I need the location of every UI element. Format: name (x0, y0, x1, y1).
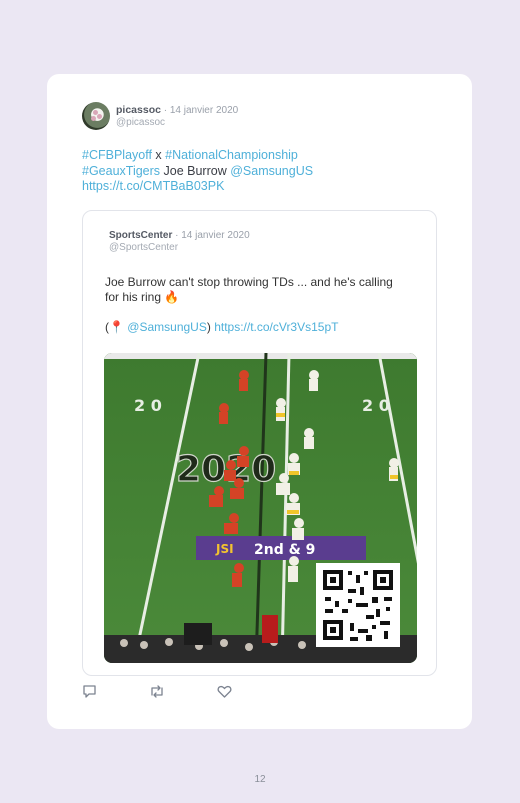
banner-logo: JSI (215, 542, 234, 556)
tweet-date: · 14 janvier 2020 (160, 105, 239, 116)
video-thumbnail[interactable]: 2 0 2 0 2020 JSI 2nd & 9 (104, 353, 417, 663)
down-distance: 2nd & 9 (254, 542, 315, 558)
avatar[interactable] (82, 102, 110, 130)
text-joe-burrow: Joe Burrow (160, 163, 231, 178)
quoted-mention-samsungus[interactable]: @SamsungUS (127, 320, 207, 334)
field-number-right: 2 0 (362, 396, 390, 415)
like-icon[interactable] (217, 684, 233, 700)
quoted-line1: Joe Burrow can't stop throwing TDs ... a… (105, 275, 393, 304)
tweet-text: #CFBPlayoff x #NationalChampionship #Gea… (82, 148, 442, 195)
hashtag-geauxtigers[interactable]: #GeauxTigers (82, 164, 160, 178)
tweet-card: picassoc · 14 janvier 2020 @picassoc #CF… (47, 74, 472, 729)
quoted-author-name[interactable]: SportsCenter (109, 230, 172, 241)
quoted-text: Joe Burrow can't stop throwing TDs ... a… (105, 275, 405, 335)
football-field-image: 2 0 2 0 2020 JSI 2nd & 9 (104, 353, 417, 663)
quoted-tweet[interactable]: SportsCenter · 14 janvier 2020 @SportsCe… (82, 210, 437, 676)
quoted-url[interactable]: https://t.co/cVr3Vs15pT (214, 320, 338, 334)
author-header[interactable]: picassoc · 14 janvier 2020 (116, 104, 238, 116)
retweet-icon[interactable] (149, 684, 165, 700)
reply-icon[interactable] (82, 684, 98, 700)
page-number: 12 (254, 774, 266, 785)
tweet-url[interactable]: https://t.co/CMTBaB03PK (82, 179, 224, 193)
quoted-handle[interactable]: @SportsCenter (109, 242, 178, 253)
reply-icon-glyph (83, 685, 96, 698)
quoted-date: · 14 janvier 2020 (172, 230, 250, 241)
text-x: x (151, 148, 166, 162)
hashtag-nationalchampionship[interactable]: #NationalChampionship (165, 148, 298, 162)
field-number-left: 2 0 (134, 396, 162, 415)
quoted-author-header[interactable]: SportsCenter · 14 janvier 2020 (109, 230, 250, 241)
author-handle[interactable]: @picassoc (116, 117, 165, 128)
heart-icon (217, 685, 232, 698)
mention-samsungus[interactable]: @SamsungUS (230, 164, 313, 178)
hashtag-cfbplayoff[interactable]: #CFBPlayoff (82, 148, 152, 162)
midfield-logo: 2020 (176, 449, 276, 490)
retweet-icon-glyph (151, 685, 163, 698)
tweet-actions (82, 684, 282, 700)
pin-icon: 📍 (109, 320, 124, 334)
author-name[interactable]: picassoc (116, 104, 161, 116)
